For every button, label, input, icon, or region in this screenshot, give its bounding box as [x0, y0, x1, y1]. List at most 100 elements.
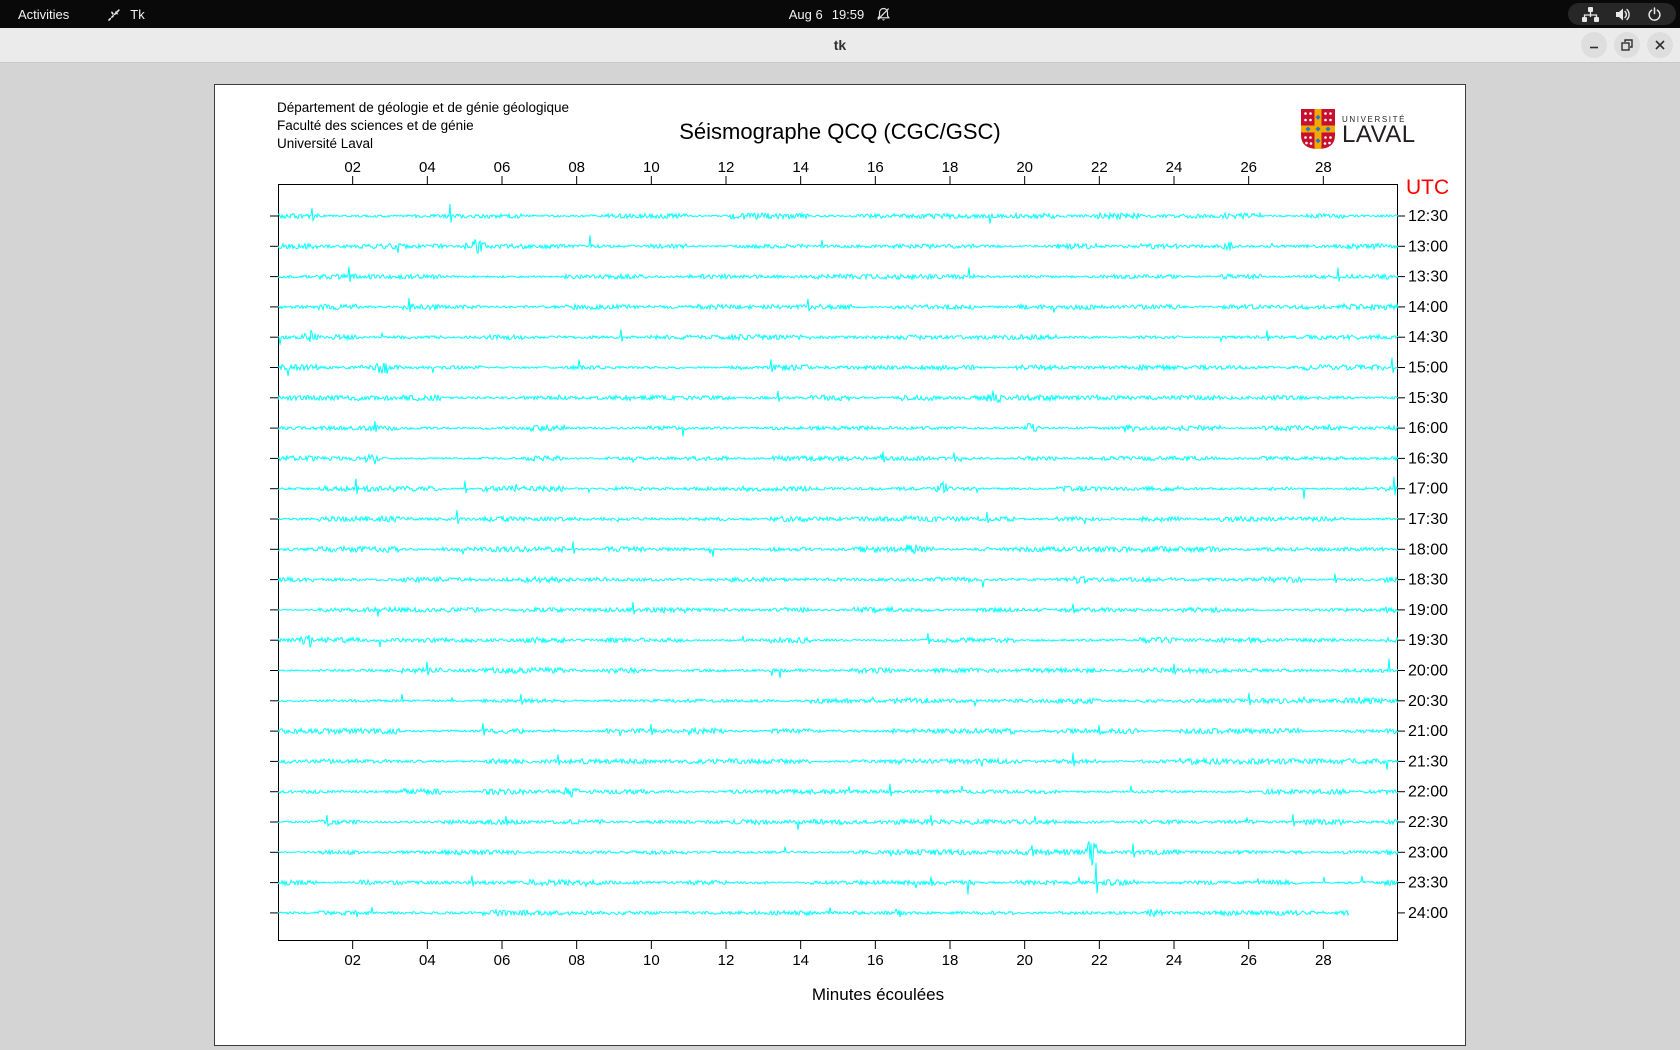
- seismogram-trace: [277, 234, 1399, 255]
- notifications-muted-icon: [876, 7, 891, 22]
- trace-time-label: 12:30: [1408, 208, 1448, 225]
- x-tick-label-bottom: 08: [568, 952, 585, 969]
- laval-shield-icon: [1301, 109, 1335, 154]
- app-menu-label: Tk: [130, 6, 145, 22]
- x-tick-label-bottom: 16: [867, 952, 884, 969]
- seismogram-trace: [277, 421, 1399, 437]
- x-tick-label-top: 06: [494, 159, 511, 176]
- trace-time-label: 17:00: [1408, 481, 1448, 498]
- seismogram-trace: [277, 390, 1399, 404]
- x-tick-label-top: 12: [718, 159, 735, 176]
- volume-icon: [1615, 7, 1631, 22]
- seismogram-trace: [277, 573, 1399, 588]
- universite-laval-logo: UNIVERSITÉ LAVAL: [1301, 109, 1416, 154]
- x-tick-label-top: 04: [419, 159, 436, 176]
- seismogram-trace: [277, 541, 1399, 557]
- seismogram-trace: [277, 723, 1399, 737]
- x-tick-label-top: 08: [568, 159, 585, 176]
- seismogram-trace: [277, 862, 1399, 895]
- trace-time-label: 21:00: [1408, 723, 1448, 740]
- x-tick-label-top: 22: [1091, 159, 1108, 176]
- seismogram-trace: [277, 476, 1399, 499]
- clock-area[interactable]: Aug 6 19:59: [0, 0, 1680, 28]
- trace-time-label: 24:00: [1408, 905, 1448, 922]
- trace-time-label: 13:30: [1408, 269, 1448, 286]
- seismogram-trace: [277, 658, 1399, 679]
- activities-button[interactable]: Activities: [18, 7, 69, 22]
- seismogram-trace: [277, 297, 1399, 313]
- tk-feather-icon: [107, 6, 122, 22]
- x-tick-label-bottom: 06: [494, 952, 511, 969]
- x-tick-label-bottom: 04: [419, 952, 436, 969]
- desktop: Activities Tk Aug 6 19:59 tk Département…: [0, 0, 1680, 1050]
- x-tick-label-bottom: 14: [792, 952, 809, 969]
- x-tick-label-bottom: 18: [942, 952, 959, 969]
- close-button[interactable]: [1647, 32, 1673, 58]
- seismograph-canvas: Département de géologie et de génie géol…: [214, 84, 1466, 1046]
- trace-time-label: 19:00: [1408, 602, 1448, 619]
- x-tick-label-bottom: 24: [1166, 952, 1183, 969]
- minimize-button[interactable]: [1581, 32, 1607, 58]
- logo-big-text: LAVAL: [1342, 121, 1416, 148]
- power-icon: [1647, 6, 1662, 22]
- trace-time-label: 21:30: [1408, 753, 1448, 770]
- seismogram-trace: [277, 203, 1399, 224]
- trace-time-label: 16:00: [1408, 420, 1448, 437]
- trace-time-label: 15:00: [1408, 360, 1448, 377]
- seismogram-trace: [277, 329, 1399, 345]
- seismogram-trace: [277, 601, 1399, 617]
- utc-axis-label: UTC: [1406, 176, 1449, 199]
- network-wired-icon: [1582, 6, 1599, 22]
- x-tick-label-top: 18: [942, 159, 959, 176]
- seismogram-trace: [277, 357, 1399, 376]
- clock-time: 19:59: [831, 6, 865, 22]
- x-tick-label-bottom: 20: [1016, 952, 1033, 969]
- trace-time-label: 22:30: [1408, 814, 1448, 831]
- trace-time-label: 13:00: [1408, 238, 1448, 255]
- seismogram-trace: [277, 509, 1399, 526]
- seismogram-trace: [277, 752, 1399, 770]
- seismogram-trace: [277, 633, 1399, 648]
- x-tick-label-top: 26: [1240, 159, 1257, 176]
- x-tick-label-bottom: 10: [643, 952, 660, 969]
- x-tick-label-bottom: 22: [1091, 952, 1108, 969]
- trace-time-label: 20:30: [1408, 693, 1448, 710]
- seismogram-trace: [277, 266, 1399, 283]
- trace-time-label: 23:30: [1408, 875, 1448, 892]
- plot-border: [278, 184, 1398, 941]
- window-titlebar[interactable]: tk: [0, 28, 1680, 63]
- trace-time-label: 20:00: [1408, 663, 1448, 680]
- seismogram-trace: [277, 783, 1399, 798]
- trace-time-label: 14:00: [1408, 299, 1448, 316]
- trace-time-label: 16:30: [1408, 450, 1448, 467]
- page-title: Séismographe QCQ (CGC/GSC): [679, 119, 1001, 144]
- clock-date: Aug 6: [788, 6, 823, 22]
- trace-time-label: 15:30: [1408, 390, 1448, 407]
- x-tick-label-top: 28: [1315, 159, 1332, 176]
- system-status-area[interactable]: [1568, 3, 1676, 25]
- x-tick-label-top: 24: [1166, 159, 1183, 176]
- seismogram-trace: [277, 907, 1350, 918]
- trace-time-label: 17:30: [1408, 511, 1448, 528]
- seismogram-trace: [277, 813, 1399, 830]
- x-tick-label-bottom: 02: [344, 952, 361, 969]
- trace-time-label: 23:00: [1408, 844, 1448, 861]
- maximize-button[interactable]: [1614, 32, 1640, 58]
- trace-time-label: 19:30: [1408, 632, 1448, 649]
- x-tick-label-top: 20: [1016, 159, 1033, 176]
- x-tick-label-bottom: 28: [1315, 952, 1332, 969]
- x-tick-label-top: 10: [643, 159, 660, 176]
- x-tick-label-bottom: 26: [1240, 952, 1257, 969]
- window-title: tk: [833, 37, 847, 53]
- x-tick-label-top: 16: [867, 159, 884, 176]
- trace-time-label: 22:00: [1408, 784, 1448, 801]
- seismogram-trace: [277, 692, 1399, 707]
- app-menu[interactable]: Tk: [107, 6, 145, 22]
- seismogram-trace: [277, 841, 1399, 866]
- x-tick-label-top: 02: [344, 159, 361, 176]
- x-axis-title: Minutes écoulées: [812, 985, 944, 1004]
- x-tick-label-bottom: 12: [718, 952, 735, 969]
- trace-time-label: 14:30: [1408, 329, 1448, 346]
- x-tick-label-top: 14: [792, 159, 809, 176]
- trace-time-label: 18:30: [1408, 572, 1448, 589]
